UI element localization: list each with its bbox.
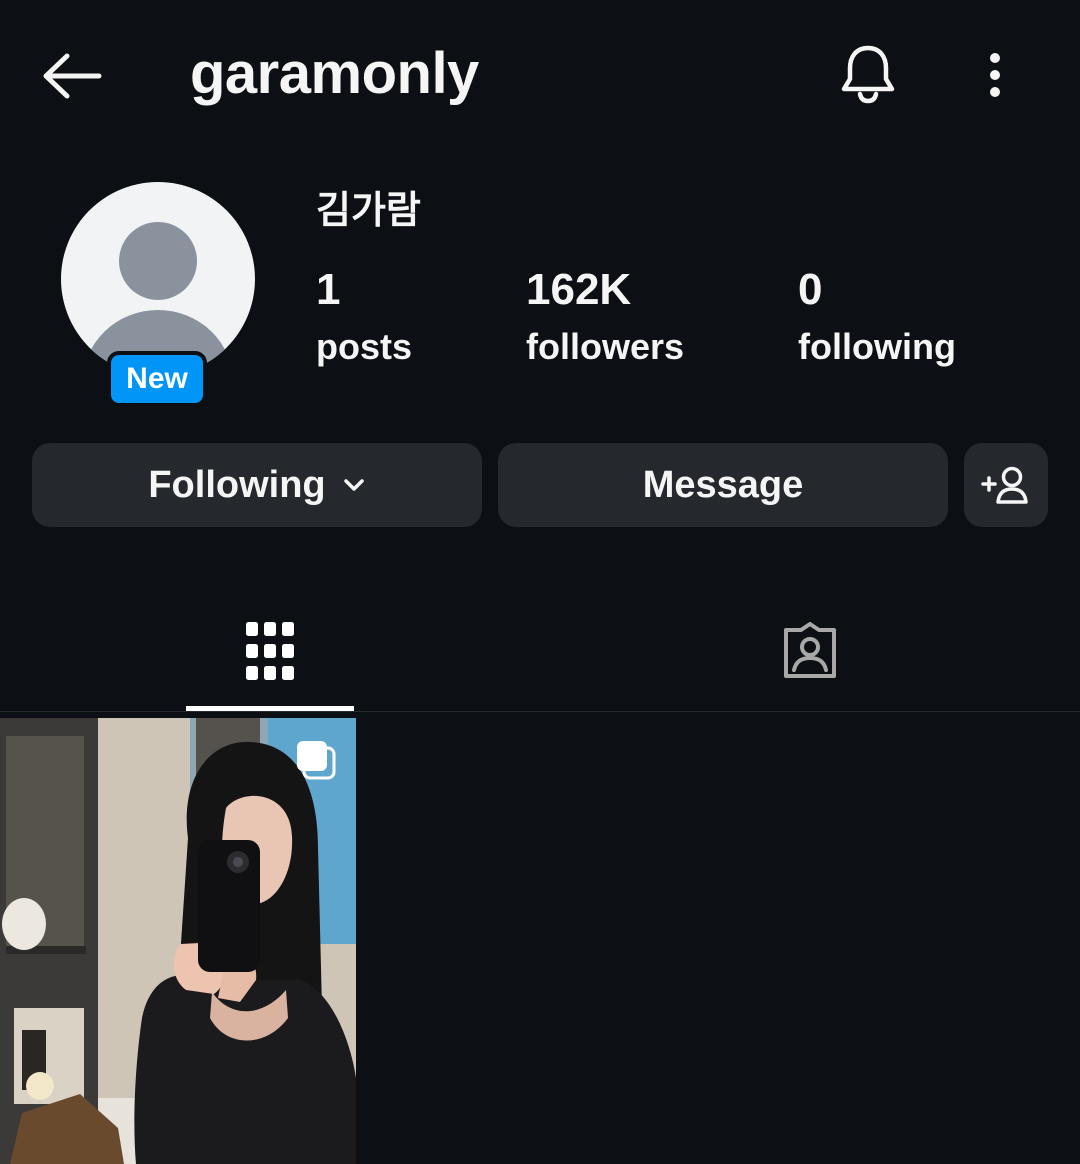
following-button[interactable]: Following	[32, 443, 482, 527]
tab-tagged[interactable]	[726, 590, 894, 712]
followers-count: 162K	[526, 265, 632, 314]
tagged-person-icon	[784, 622, 836, 678]
following-count: 0	[798, 265, 823, 314]
suggested-users-button[interactable]	[964, 443, 1048, 527]
followers-stat[interactable]: 162K followers	[526, 264, 684, 370]
add-person-icon	[981, 466, 1028, 504]
arrow-left-icon	[43, 53, 102, 99]
notifications-button[interactable]	[832, 38, 904, 110]
posts-label: posts	[316, 326, 413, 367]
following-label: following	[798, 326, 956, 367]
tabs-divider	[0, 711, 1080, 712]
top-bar: garamonly	[0, 0, 1080, 150]
post-thumbnail[interactable]	[0, 718, 356, 1164]
following-button-label: Following	[148, 463, 326, 506]
posts-count: 1	[316, 265, 341, 314]
posts-stat[interactable]: 1 posts	[316, 264, 412, 370]
bell-icon	[841, 45, 895, 104]
more-options-button[interactable]	[966, 42, 1024, 108]
profile-username: garamonly	[190, 41, 479, 106]
profile-page: garamonly New 김가람 1 posts 162K followers…	[0, 0, 1080, 1164]
following-stat[interactable]: 0 following	[798, 264, 956, 370]
default-avatar-icon	[83, 222, 233, 376]
followers-label: followers	[526, 326, 685, 367]
message-button-label: Message	[642, 463, 804, 506]
carousel-icon	[294, 738, 338, 787]
avatar[interactable]	[61, 182, 255, 376]
tab-posts-grid[interactable]	[186, 590, 354, 712]
profile-full-name: 김가람	[316, 190, 421, 232]
new-badge: New	[107, 351, 207, 407]
back-button[interactable]	[36, 44, 108, 108]
profile-tabs	[0, 590, 1080, 712]
more-vertical-icon	[990, 53, 1000, 97]
message-button[interactable]: Message	[498, 443, 948, 527]
grid-icon	[246, 622, 294, 680]
chevron-down-icon	[342, 477, 366, 493]
